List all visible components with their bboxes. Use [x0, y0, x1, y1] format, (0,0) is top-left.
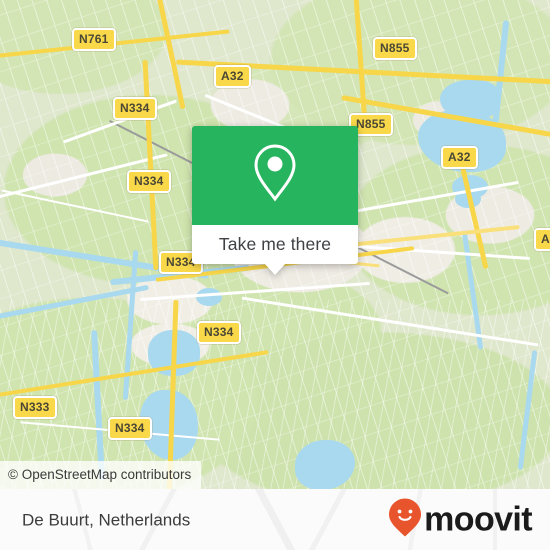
- callout-action-label: Take me there: [218, 233, 332, 254]
- moovit-wordmark: moovit: [424, 500, 532, 539]
- callout-pointer: [264, 263, 286, 275]
- road-shield-n334-4: N334: [197, 321, 241, 344]
- footer-bar: De Buurt, Netherlands moovit: [0, 489, 550, 550]
- road-shield-n334-1: N334: [113, 97, 157, 120]
- callout-header: [192, 126, 358, 225]
- road-shield-n333: N333: [13, 396, 57, 419]
- moovit-brand[interactable]: moovit: [388, 497, 533, 542]
- road-shield-n334-2: N334: [127, 170, 171, 193]
- map-screen: N761 A32 N855 N334 N855 A32 N334 N334 A3…: [0, 0, 550, 550]
- road-shield-n761: N761: [72, 28, 116, 51]
- take-me-there-callout[interactable]: Take me there: [192, 126, 358, 275]
- road-shield-a32-1: A32: [214, 65, 251, 88]
- callout-action[interactable]: Take me there: [192, 225, 358, 264]
- road-shield-a32-3: A32: [534, 228, 550, 251]
- map-water-pond-center: [196, 288, 222, 306]
- place-title: De Buurt, Netherlands: [22, 510, 191, 529]
- road-shield-n334-5: N334: [108, 417, 152, 440]
- moovit-smiley-pin-icon: [388, 497, 422, 542]
- map-attribution[interactable]: © OpenStreetMap contributors: [0, 460, 202, 489]
- road-shield-n855-1: N855: [373, 37, 417, 60]
- road-shield-a32-2: A32: [441, 146, 478, 169]
- location-pin-icon: [252, 143, 298, 208]
